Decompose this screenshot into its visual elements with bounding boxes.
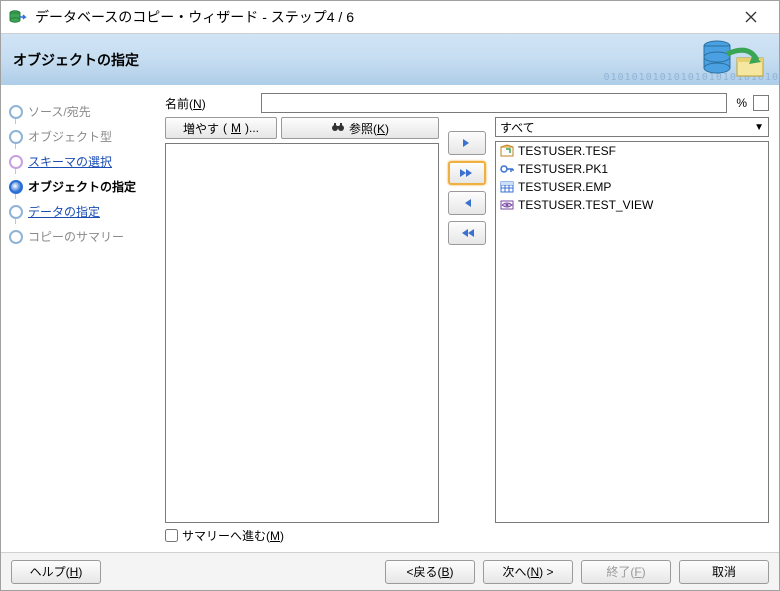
main-panel: 名前(N) % 増やす(M)... 参照(K) bbox=[157, 85, 779, 552]
name-input[interactable] bbox=[261, 93, 727, 113]
move-all-right-button[interactable] bbox=[448, 161, 486, 185]
next-button[interactable]: 次へ(N) > bbox=[483, 560, 573, 584]
back-button[interactable]: < 戻る(B) bbox=[385, 560, 475, 584]
list-item[interactable]: TESTUSER.TEST_VIEW bbox=[496, 196, 768, 214]
percent-checkbox[interactable] bbox=[753, 95, 769, 111]
more-button[interactable]: 増やす(M)... bbox=[165, 117, 277, 139]
list-item[interactable]: TESTUSER.TESF bbox=[496, 142, 768, 160]
chevron-down-icon: ▼ bbox=[754, 122, 764, 133]
database-copy-icon bbox=[699, 36, 769, 85]
help-button[interactable]: ヘルプ(H) bbox=[11, 560, 101, 584]
table-icon bbox=[500, 180, 514, 194]
app-icon bbox=[9, 8, 27, 26]
view-icon bbox=[500, 198, 514, 212]
move-left-button[interactable] bbox=[448, 191, 486, 215]
binoculars-icon bbox=[331, 121, 345, 136]
titlebar: データベースのコピー・ウィザード - ステップ4 / 6 bbox=[1, 1, 779, 34]
key-icon bbox=[500, 162, 514, 176]
shuttle-buttons bbox=[445, 117, 489, 523]
percent-label: % bbox=[733, 96, 747, 110]
name-label: 名前(N) bbox=[165, 95, 255, 112]
move-all-left-button[interactable] bbox=[448, 221, 486, 245]
cancel-button[interactable]: 取消 bbox=[679, 560, 769, 584]
wizard-sidebar: ソース/宛先 オブジェクト型 スキーマの選択 オブジェクトの指定 データの指定 … bbox=[1, 85, 157, 552]
page-heading: オブジェクトの指定 bbox=[13, 50, 139, 70]
close-button[interactable] bbox=[731, 3, 771, 31]
step-source-dest: ソース/宛先 bbox=[7, 99, 152, 124]
move-right-button[interactable] bbox=[448, 131, 486, 155]
list-item[interactable]: TESTUSER.EMP bbox=[496, 178, 768, 196]
package-icon bbox=[500, 144, 514, 158]
window-title: データベースのコピー・ウィザード - ステップ4 / 6 bbox=[35, 7, 731, 27]
selected-objects-list[interactable]: TESTUSER.TESF TESTUSER.PK1 TESTUSER.EMP … bbox=[495, 141, 769, 523]
go-to-summary-label: サマリーへ進む(M) bbox=[182, 527, 284, 544]
list-item[interactable]: TESTUSER.PK1 bbox=[496, 160, 768, 178]
step-data-specify[interactable]: データの指定 bbox=[7, 199, 152, 224]
step-schema-select[interactable]: スキーマの選択 bbox=[7, 149, 152, 174]
step-copy-summary: コピーのサマリー bbox=[7, 224, 152, 249]
available-objects-list[interactable] bbox=[165, 143, 439, 523]
step-object-type: オブジェクト型 bbox=[7, 124, 152, 149]
browse-button[interactable]: 参照(K) bbox=[281, 117, 439, 139]
wizard-footer: ヘルプ(H) < 戻る(B) 次へ(N) > 終了(F) 取消 bbox=[1, 552, 779, 590]
finish-button: 終了(F) bbox=[581, 560, 671, 584]
go-to-summary-checkbox[interactable] bbox=[165, 529, 178, 542]
filter-dropdown[interactable]: すべて ▼ bbox=[495, 117, 769, 137]
wizard-header: オブジェクトの指定 0101010101010101010101010 bbox=[1, 34, 779, 85]
step-object-specify: オブジェクトの指定 bbox=[7, 174, 152, 199]
